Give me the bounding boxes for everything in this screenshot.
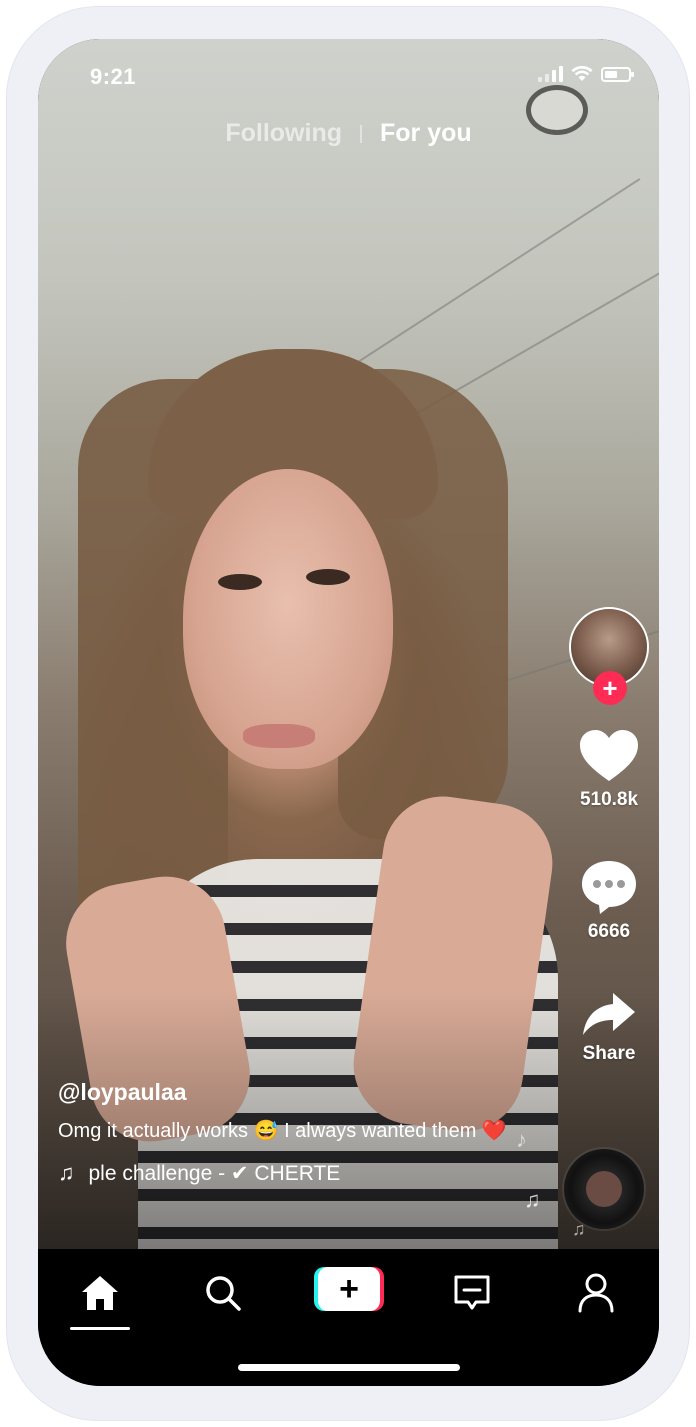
nav-profile[interactable]	[556, 1267, 636, 1319]
wifi-icon	[571, 66, 593, 81]
eye	[306, 569, 350, 585]
tab-following[interactable]: Following	[225, 119, 342, 148]
action-rail: + 510.8k 6666 Share	[564, 607, 654, 1065]
share-button[interactable]: Share	[581, 991, 637, 1065]
ceiling-line	[337, 178, 641, 376]
comment-icon[interactable]	[580, 859, 638, 915]
home-bar[interactable]	[238, 1364, 460, 1371]
nav-home[interactable]	[60, 1267, 140, 1319]
username[interactable]: @loypaulaa	[58, 1079, 518, 1106]
status-time: 9:21	[90, 64, 137, 89]
like-count: 510.8k	[579, 789, 639, 810]
post-info: @loypaulaa Omg it actually works 😅 I alw…	[58, 1079, 518, 1186]
active-tab-indicator	[70, 1327, 130, 1330]
tab-divider	[359, 124, 362, 143]
create-button[interactable]: +	[314, 1267, 384, 1311]
music-disc[interactable]	[564, 1149, 644, 1229]
floating-note-icon: ♫	[524, 1187, 541, 1212]
eye	[218, 574, 262, 590]
nav-inbox[interactable]	[432, 1267, 512, 1319]
follow-button[interactable]: +	[593, 671, 627, 705]
comment-button[interactable]: 6666	[580, 859, 638, 943]
lips	[243, 724, 315, 748]
profile-icon[interactable]	[577, 1273, 615, 1313]
music-title[interactable]: ple challenge - ✔ CHERTE	[89, 1161, 389, 1186]
heart-icon[interactable]	[579, 729, 639, 783]
music-note-icon: ♫	[58, 1160, 75, 1185]
search-icon[interactable]	[204, 1274, 242, 1312]
share-label: Share	[582, 1043, 636, 1064]
like-button[interactable]: 510.8k	[579, 729, 639, 811]
phone-screen: 9:21 Following For you + 510.8k 6666 Sha…	[38, 39, 659, 1386]
tab-for-you[interactable]: For you	[380, 119, 472, 148]
nav-discover[interactable]	[183, 1267, 263, 1319]
feed-tabs: Following For you	[38, 119, 659, 148]
creator-avatar[interactable]: +	[569, 607, 649, 705]
create-icon[interactable]: +	[318, 1267, 380, 1311]
comment-count: 6666	[587, 921, 631, 942]
caption: Omg it actually works 😅 I always wanted …	[58, 1120, 507, 1142]
share-icon[interactable]	[581, 991, 637, 1037]
signal-icon	[538, 66, 563, 82]
bottom-nav: +	[38, 1249, 659, 1386]
battery-icon	[601, 66, 634, 82]
music-row[interactable]: ♫ ple challenge - ✔ CHERTE	[58, 1160, 518, 1186]
home-icon[interactable]	[80, 1274, 120, 1312]
inbox-icon[interactable]	[453, 1274, 491, 1312]
floating-note-icon: ♪	[516, 1127, 527, 1152]
status-icons	[538, 66, 634, 82]
